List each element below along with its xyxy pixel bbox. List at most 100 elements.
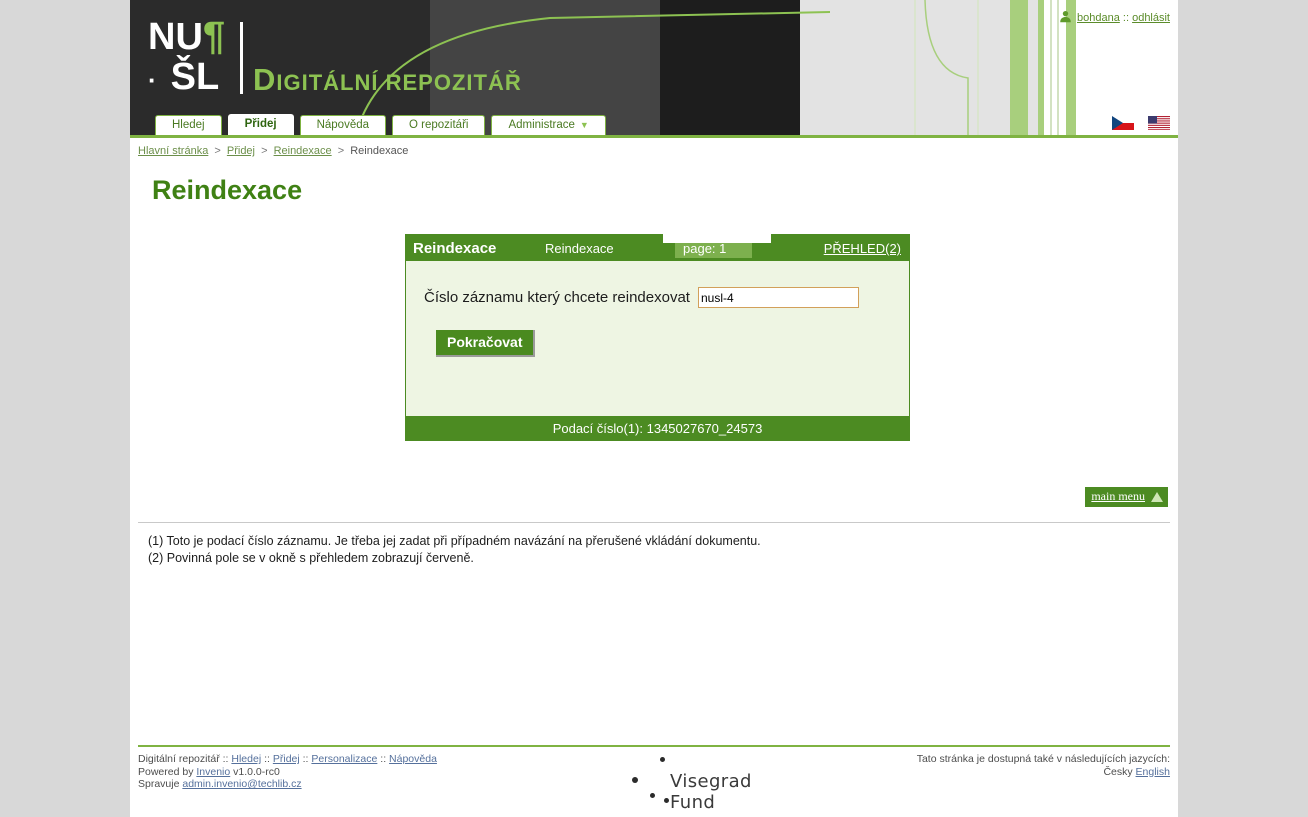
logo-dot: ·	[148, 65, 157, 95]
triangle-up-icon	[1151, 491, 1163, 502]
footer-sep-1: ::	[222, 753, 229, 765]
continue-button[interactable]: Pokračovat	[436, 330, 536, 357]
breadcrumb: Hlavní stránka > Přidej > Reindexace > R…	[138, 145, 1178, 157]
logo-divider	[240, 22, 243, 94]
language-english-link[interactable]: English	[1136, 766, 1170, 778]
record-number-label: Číslo záznamu který chcete reindexovat	[424, 289, 690, 306]
czech-flag-icon[interactable]	[1112, 116, 1134, 130]
footer-site-name: Digitální repozitář	[138, 753, 220, 765]
chevron-down-icon: ▼	[579, 120, 589, 130]
main-menu-wrapper: main menu	[130, 487, 1168, 507]
overview-link[interactable]: PŘEHLED(2)	[824, 241, 901, 256]
footer-left: Digitální repozitář :: Hledej :: Přidej …	[138, 753, 437, 791]
footer-admin-row: Spravuje admin.invenio@techlib.cz	[138, 778, 437, 791]
user-bar: bohdana :: odhlásit	[1059, 10, 1170, 24]
visegrad-dot-top	[660, 757, 665, 762]
tab-pridej[interactable]: Přidej	[227, 114, 294, 135]
page-container: NU¶ · ŠL DIGITÁLNÍ REPOZITÁŘ bohdana :: o…	[130, 0, 1178, 817]
breadcrumb-item-home[interactable]: Hlavní stránka	[138, 145, 208, 157]
tab-o-repozitari-label: O repozitáři	[409, 119, 469, 131]
visegrad-fund-logo: Visegrad Fund	[622, 755, 802, 813]
header-green-stripe-2	[1038, 0, 1044, 135]
us-flag-icon[interactable]	[1148, 116, 1170, 130]
tab-hledej-label: Hledej	[172, 119, 205, 131]
tab-hledej[interactable]: Hledej	[155, 115, 222, 135]
panel-header: Reindexace Reindexace page: 1 PŘEHLED(2)	[406, 235, 909, 261]
language-notice: Tato stránka je dostupná také v následuj…	[916, 753, 1170, 765]
footer-link-napoveda[interactable]: Nápověda	[389, 753, 437, 765]
tab-napoveda[interactable]: Nápověda	[299, 115, 387, 135]
footer-powered-row: Powered by Invenio v1.0.0-rc0	[138, 766, 437, 779]
panel-footer: Podací číslo(1): 1345027670_24573	[406, 416, 909, 440]
footer-link-pridej[interactable]: Přidej	[273, 753, 300, 765]
header-light-panel	[800, 0, 1040, 135]
breadcrumb-separator-3: >	[337, 145, 345, 157]
main-menu-label: main menu	[1091, 489, 1145, 503]
panel-body: Číslo záznamu který chcete reindexovat P…	[406, 261, 909, 416]
submit-row: Pokračovat	[406, 308, 909, 357]
reindex-panel-wrapper: Reindexace Reindexace page: 1 PŘEHLED(2)…	[405, 234, 910, 441]
visegrad-dot-bottom-right	[664, 798, 669, 803]
tab-pridej-label: Přidej	[244, 118, 277, 130]
admin-email-link[interactable]: admin.invenio@techlib.cz	[182, 778, 301, 790]
site-logo: NU¶ · ŠL	[148, 16, 225, 100]
visegrad-dot-bottom-left	[650, 793, 655, 798]
main-menu-button[interactable]: main menu	[1085, 487, 1168, 507]
invenio-link[interactable]: Invenio	[196, 766, 230, 778]
site-title: DIGITÁLNÍ REPOZITÁŘ	[253, 62, 522, 98]
language-current: Česky	[1103, 765, 1133, 778]
user-icon	[1060, 10, 1071, 23]
submission-number-text: Podací číslo(1): 1345027670_24573	[552, 420, 763, 436]
main-navigation-tabs: Hledej Přidej Nápověda O repozitáři Admi…	[155, 114, 606, 135]
breadcrumb-item-pridej[interactable]: Přidej	[227, 145, 255, 157]
record-number-row: Číslo záznamu který chcete reindexovat	[406, 261, 909, 308]
logout-link[interactable]: odhlásit	[1132, 12, 1170, 24]
breadcrumb-separator-1: >	[214, 145, 221, 157]
header-green-stripe-1	[1010, 0, 1028, 135]
username-link[interactable]: bohdana	[1077, 12, 1120, 24]
page-title: Reindexace	[152, 175, 303, 205]
logo-nu-text: NU	[148, 16, 203, 58]
panel-header-title: Reindexace	[413, 240, 497, 257]
footnote-2: (2) Povinná pole se v okně s přehledem z…	[148, 551, 474, 565]
footer-sep-3: ::	[302, 753, 309, 765]
tab-o-repozitari[interactable]: O repozitáři	[392, 115, 486, 135]
visegrad-dot-left	[632, 777, 638, 783]
footer-link-hledej[interactable]: Hledej	[231, 753, 261, 765]
footer-admin-prefix: Spravuje	[138, 778, 180, 790]
footer-sep-4: ::	[380, 753, 387, 765]
footer-links-row: Digitální repozitář :: Hledej :: Přidej …	[138, 753, 437, 766]
site-header: NU¶ · ŠL DIGITÁLNÍ REPOZITÁŘ bohdana :: o…	[130, 0, 1178, 138]
breadcrumb-separator-2: >	[261, 145, 268, 157]
footnote-1: (1) Toto je podací číslo záznamu. Je tře…	[148, 534, 761, 548]
site-footer: Digitální repozitář :: Hledej :: Přidej …	[130, 745, 1178, 817]
language-options: Česky English	[917, 766, 1170, 779]
logo-pilcrow-icon: ¶	[202, 14, 226, 58]
tab-administrace-label: Administrace	[508, 119, 575, 131]
breadcrumb-item-reindexace[interactable]: Reindexace	[274, 145, 332, 157]
tab-napoveda-label: Nápověda	[316, 119, 370, 131]
logo-sl-text: ŠL	[170, 56, 220, 98]
site-title-initial: D	[253, 62, 277, 97]
footer-content: Digitální repozitář :: Hledej :: Přidej …	[130, 747, 1178, 817]
language-flags	[1112, 116, 1170, 130]
footer-link-personalizace[interactable]: Personalizace	[311, 753, 377, 765]
panel-notch-decoration	[663, 234, 771, 243]
panel-header-subtitle: Reindexace	[545, 241, 614, 256]
invenio-version: v1.0.0-rc0	[233, 765, 280, 778]
site-title-rest: IGITÁLNÍ REPOZITÁŘ	[276, 70, 522, 95]
userbar-separator: ::	[1122, 12, 1130, 24]
visegrad-fund-text: Visegrad Fund	[670, 771, 752, 813]
breadcrumb-item-current: Reindexace	[350, 145, 409, 157]
notes-divider	[138, 522, 1170, 523]
record-number-input[interactable]	[697, 287, 859, 308]
footnotes: (1) Toto je podací číslo záznamu. Je tře…	[148, 533, 1178, 567]
reindex-panel: Reindexace Reindexace page: 1 PŘEHLED(2)…	[405, 234, 910, 441]
header-thin-stripe-1	[1050, 0, 1052, 135]
header-bottom-border	[130, 135, 1178, 138]
footer-sep-2: ::	[264, 753, 270, 765]
header-black-block	[660, 0, 800, 138]
tab-administrace[interactable]: Administrace ▼	[491, 115, 606, 135]
footer-right: Tato stránka je dostupná také v následuj…	[917, 753, 1170, 778]
footer-powered-prefix: Powered by	[138, 765, 194, 778]
